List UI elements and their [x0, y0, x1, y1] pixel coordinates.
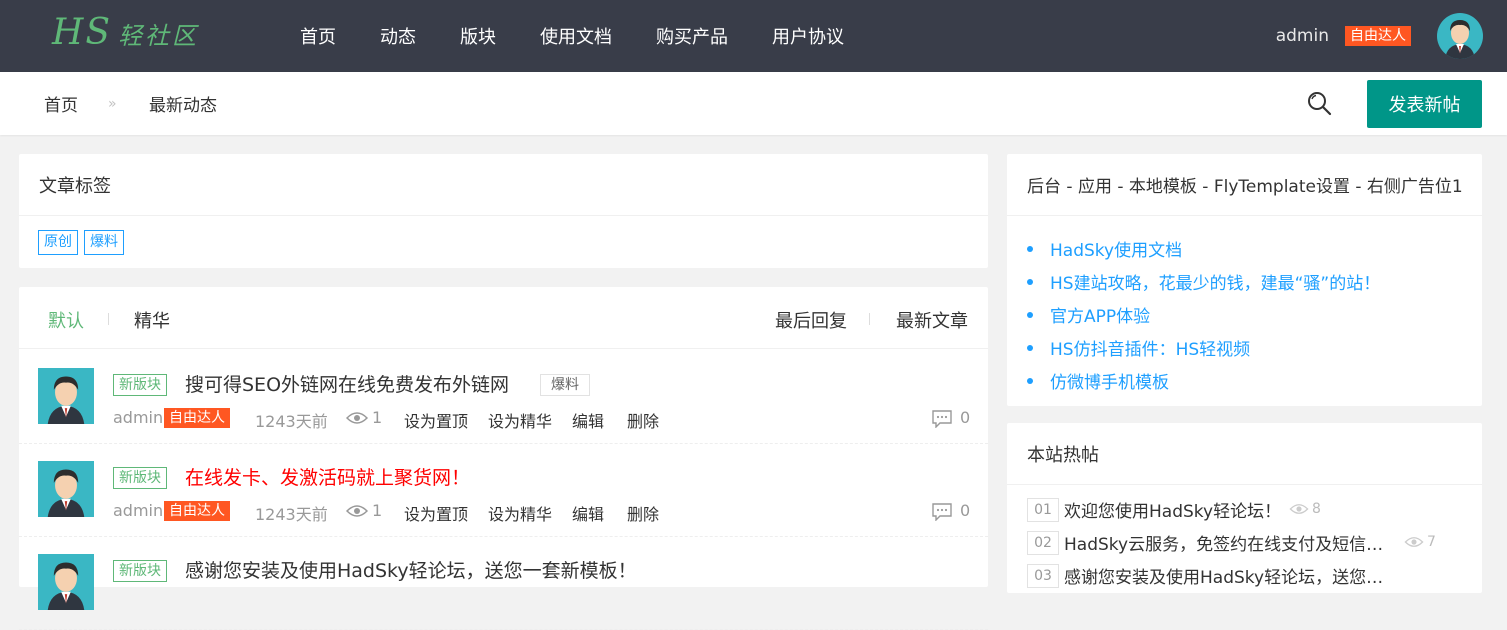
comment-icon: [932, 503, 952, 521]
author-badge: 自由达人: [164, 501, 230, 521]
tab-divider: [108, 313, 109, 325]
user-avatar-icon: [47, 376, 85, 424]
ad-link[interactable]: HadSky使用文档: [1027, 232, 1482, 265]
main-nav: 首页 动态 版块 使用文档 购买产品 用户协议: [278, 0, 866, 72]
breadcrumb-current: 最新动态: [149, 96, 217, 116]
hot-post-item[interactable]: 02 HadSky云服务，免签约在线支付及短信… 7: [1007, 518, 1482, 555]
post-list-panel: 默认 精华 最后回复 最新文章 新版块 搜可得SEO外链网在线免费发布外链网 爆…: [19, 287, 988, 630]
post-author[interactable]: admin: [113, 408, 163, 427]
nav-home[interactable]: 首页: [300, 23, 336, 49]
site-logo[interactable]: HS 轻社区: [52, 12, 199, 53]
set-essence-link[interactable]: 设为精华: [488, 501, 552, 525]
top-navbar: HS 轻社区 首页 动态 版块 使用文档 购买产品 用户协议 admin 自由达…: [0, 0, 1507, 72]
search-icon[interactable]: [1306, 90, 1332, 116]
eye-icon: [346, 505, 368, 517]
user-avatar-icon: [1445, 20, 1475, 59]
hot-panel-title: 本站热帖: [1007, 423, 1482, 485]
hot-post-item[interactable]: 01 欢迎您使用HadSky轻论坛！ 8: [1007, 485, 1482, 522]
post-title[interactable]: 在线发卡、发激活码就上聚货网！: [185, 463, 470, 490]
post-title[interactable]: 感谢您安装及使用HadSky轻论坛，送您一套新模板！: [185, 556, 637, 583]
tags-panel: 文章标签 原创 爆料: [19, 154, 988, 268]
breadcrumb: 首页 » 最新动态 发表新帖: [0, 72, 1507, 135]
hot-views: 7: [1404, 534, 1436, 550]
post-author[interactable]: admin: [113, 501, 163, 520]
hot-post-item[interactable]: 03 感谢您安装及使用HadSky轻论坛，送您…: [1007, 551, 1482, 588]
ad-link-list: HadSky使用文档 HS建站攻略，花最少的钱，建最“骚”的站！ 官方APP体验…: [1007, 216, 1482, 397]
tag-original[interactable]: 原创: [38, 230, 78, 255]
user-badge: 自由达人: [1345, 26, 1411, 46]
hot-posts-panel: 本站热帖 01 欢迎您使用HadSky轻论坛！ 8 02 HadSky云服务，免…: [1007, 423, 1482, 593]
tab-default[interactable]: 默认: [48, 307, 84, 333]
ad-link[interactable]: HS建站攻略，花最少的钱，建最“骚”的站！: [1027, 265, 1482, 298]
user-avatar-icon: [47, 562, 85, 610]
tags-panel-title: 文章标签: [19, 154, 988, 216]
new-post-button[interactable]: 发表新帖: [1367, 80, 1482, 128]
board-badge[interactable]: 新版块: [113, 560, 167, 582]
nav-feed[interactable]: 动态: [380, 23, 416, 49]
nav-buy[interactable]: 购买产品: [656, 23, 728, 49]
edit-link[interactable]: 编辑: [572, 408, 604, 432]
list-item: 新版块 搜可得SEO外链网在线免费发布外链网 爆料 admin 自由达人 124…: [19, 350, 988, 444]
tab-newest[interactable]: 最新文章: [896, 307, 968, 333]
set-top-link[interactable]: 设为置顶: [404, 408, 468, 432]
set-essence-link[interactable]: 设为精华: [488, 408, 552, 432]
ad-link[interactable]: HS仿抖音插件：HS轻视频: [1027, 331, 1482, 364]
ad-panel-title: 后台 - 应用 - 本地模板 - FlyTemplate设置 - 右侧广告位1: [1007, 154, 1482, 216]
comment-count: 0: [960, 501, 971, 520]
avatar[interactable]: [38, 368, 94, 424]
avatar[interactable]: [38, 554, 94, 610]
avatar[interactable]: [1437, 13, 1483, 59]
comment-count: 0: [960, 408, 971, 427]
edit-link[interactable]: 编辑: [572, 501, 604, 525]
list-item: 新版块 感谢您安装及使用HadSky轻论坛，送您一套新模板！: [19, 536, 988, 630]
hot-view-count: 8: [1312, 501, 1321, 517]
author-badge: 自由达人: [164, 408, 230, 428]
tag-list: 原创 爆料: [19, 216, 988, 269]
hot-views: 8: [1289, 501, 1321, 517]
user-avatar-icon: [47, 469, 85, 517]
post-time: 1243天前: [255, 505, 328, 524]
view-count: 1: [372, 501, 383, 520]
nav-docs[interactable]: 使用文档: [540, 23, 612, 49]
logo-latin: HS: [52, 12, 113, 53]
sidebar-ad-panel: 后台 - 应用 - 本地模板 - FlyTemplate设置 - 右侧广告位1 …: [1007, 154, 1482, 406]
tag-scoop[interactable]: 爆料: [84, 230, 124, 255]
nav-agreement[interactable]: 用户协议: [772, 23, 844, 49]
ad-link[interactable]: 官方APP体验: [1027, 298, 1482, 331]
tab-essence[interactable]: 精华: [134, 307, 170, 333]
tab-divider: [869, 313, 870, 325]
list-item: 新版块 在线发卡、发激活码就上聚货网！ admin 自由达人 1243天前 1 …: [19, 443, 988, 537]
post-tag[interactable]: 爆料: [540, 374, 590, 396]
post-time: 1243天前: [255, 412, 328, 431]
board-badge[interactable]: 新版块: [113, 467, 167, 489]
view-count: 1: [372, 408, 383, 427]
set-top-link[interactable]: 设为置顶: [404, 501, 468, 525]
breadcrumb-home[interactable]: 首页: [44, 91, 78, 116]
comment-icon: [932, 410, 952, 428]
hot-view-count: 7: [1427, 534, 1436, 550]
eye-icon: [346, 412, 368, 424]
avatar[interactable]: [38, 461, 94, 517]
post-title[interactable]: 搜可得SEO外链网在线免费发布外链网: [185, 370, 509, 397]
board-badge[interactable]: 新版块: [113, 374, 167, 396]
eye-icon: [1404, 537, 1424, 547]
delete-link[interactable]: 删除: [627, 501, 659, 525]
username[interactable]: admin: [1276, 26, 1329, 46]
rank-number: 03: [1027, 564, 1059, 588]
list-tabs: 默认 精华 最后回复 最新文章: [19, 287, 988, 349]
ad-link[interactable]: 仿微博手机模板: [1027, 364, 1482, 397]
breadcrumb-separator: »: [108, 95, 117, 112]
delete-link[interactable]: 删除: [627, 408, 659, 432]
user-area: admin 自由达人: [1276, 0, 1483, 72]
eye-icon: [1289, 504, 1309, 514]
logo-cn: 轻社区: [118, 22, 200, 50]
nav-boards[interactable]: 版块: [460, 23, 496, 49]
tab-last-reply[interactable]: 最后回复: [775, 307, 847, 333]
